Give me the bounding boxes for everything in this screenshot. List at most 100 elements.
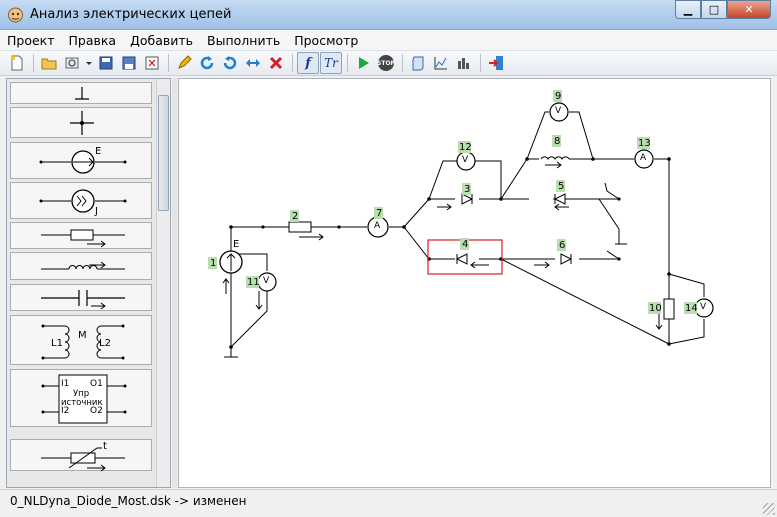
label-n9: 9	[555, 91, 562, 102]
flip-icon	[246, 59, 260, 67]
exit-icon	[489, 56, 503, 70]
menu-edit[interactable]: Правка	[62, 33, 124, 48]
title-bar: Анализ электрических цепей ▁ □ ✕	[0, 0, 777, 30]
label-n5: 5	[558, 181, 565, 192]
export-button[interactable]	[141, 52, 163, 74]
transformer-symbol	[41, 324, 125, 360]
label-n1: 1	[210, 258, 217, 269]
dropdown-button[interactable]	[84, 52, 94, 74]
label-n14: 14	[685, 303, 698, 314]
open-icon	[41, 58, 57, 70]
menu-run[interactable]: Выполнить	[200, 33, 287, 48]
palette-capacitor[interactable]	[10, 284, 152, 311]
palette-scrollbar[interactable]	[156, 79, 170, 487]
graph-button[interactable]	[430, 52, 452, 74]
circuit-canvas[interactable]: 1 2 3 4 5 6 7 8 9 10 11 12 13 14 E A A V…	[178, 78, 771, 488]
f-toggle-button[interactable]: f	[297, 52, 319, 74]
palette-controlled-source[interactable]: I1 I2 O1 O2 Упр источник	[10, 369, 152, 427]
tr-toggle-button[interactable]: Tr	[320, 52, 342, 74]
voltmeter-9-glyph: V	[555, 106, 562, 116]
dropdown-icon	[86, 62, 92, 65]
label-n6: 6	[559, 240, 566, 251]
label-n10: 10	[649, 303, 662, 314]
palette-resistor[interactable]	[10, 222, 152, 249]
menu-project[interactable]: Проект	[0, 33, 62, 48]
app-icon	[8, 7, 23, 23]
palette-mutual-inductance[interactable]: M L1 L2	[10, 315, 152, 365]
ground-symbol	[75, 87, 89, 100]
close-icon: ✕	[744, 3, 754, 16]
script-button[interactable]	[407, 52, 429, 74]
current-source-label: J	[95, 206, 98, 217]
f-icon: f	[305, 55, 311, 71]
save-button[interactable]	[95, 52, 117, 74]
bars-button[interactable]	[453, 52, 475, 74]
capacitor-symbol	[41, 290, 125, 310]
window-title: Анализ электрических цепей	[30, 7, 232, 22]
rotate-right-icon	[200, 56, 214, 70]
save-as-icon	[122, 56, 136, 70]
ammeter-13-glyph: A	[640, 153, 647, 163]
maximize-icon: □	[708, 3, 720, 16]
emf-source-symbol	[39, 150, 127, 174]
resize-grip[interactable]	[763, 503, 775, 515]
status-bar: 0_NLDyna_Diode_Most.dsk -> изменен	[0, 489, 777, 517]
toolbar-separator	[347, 54, 348, 72]
mutual-m-label: M	[78, 330, 87, 341]
bars-icon	[458, 58, 469, 69]
palette-inductor[interactable]	[10, 252, 152, 280]
mutual-l2-label: L2	[99, 338, 111, 349]
properties-button[interactable]	[61, 52, 83, 74]
new-button[interactable]	[6, 52, 28, 74]
label-e: E	[233, 239, 240, 250]
new-icon	[11, 55, 23, 71]
palette-scroll-thumb[interactable]	[158, 95, 169, 211]
pencil-button[interactable]	[173, 52, 195, 74]
rotate-right-button[interactable]	[196, 52, 218, 74]
stop-button[interactable]: STOP	[375, 52, 397, 74]
label-n11: 11	[247, 277, 260, 288]
toolbar-separator	[402, 54, 403, 72]
label-n3: 3	[464, 184, 471, 195]
palette-node[interactable]	[10, 107, 152, 138]
label-n8: 8	[554, 136, 561, 147]
thermistor-symbol	[41, 447, 125, 472]
label-n13: 13	[638, 138, 651, 149]
panel-splitter[interactable]	[172, 78, 177, 488]
voltmeter-14-glyph: V	[700, 302, 707, 312]
label-n12: 12	[459, 142, 472, 153]
label-n7: 7	[376, 208, 383, 219]
menu-add[interactable]: Добавить	[123, 33, 200, 48]
delete-button[interactable]	[265, 52, 287, 74]
run-icon	[359, 57, 369, 69]
minimize-button[interactable]: ▁	[675, 0, 701, 19]
open-button[interactable]	[38, 52, 60, 74]
palette-ground[interactable]	[10, 82, 152, 104]
tr-icon: Tr	[324, 56, 338, 70]
export-icon	[145, 56, 159, 70]
properties-icon	[65, 57, 79, 69]
voltmeter-11-glyph: V	[263, 276, 270, 286]
minimize-icon: ▁	[683, 3, 693, 16]
palette-current-source[interactable]: J	[10, 182, 152, 219]
palette-thermistor[interactable]: t	[10, 439, 152, 472]
rotate-left-icon	[223, 56, 237, 70]
menu-view[interactable]: Просмотр	[287, 33, 365, 48]
source-o1-label: O1	[90, 379, 103, 389]
palette-emf-source[interactable]: E	[10, 142, 152, 179]
close-button[interactable]: ✕	[727, 0, 771, 19]
toolbar: f Tr STOP	[0, 51, 777, 76]
emf-label: E	[95, 146, 102, 157]
rotate-left-button[interactable]	[219, 52, 241, 74]
toolbar-separator	[480, 54, 481, 72]
graph-icon	[434, 57, 447, 70]
exit-button[interactable]	[485, 52, 507, 74]
mutual-l1-label: L1	[51, 338, 63, 349]
maximize-button[interactable]: □	[701, 0, 727, 19]
voltmeter-12-glyph: V	[462, 155, 469, 165]
ammeter-7-glyph: A	[374, 221, 381, 231]
source-name-line2: источник	[61, 398, 103, 408]
flip-button[interactable]	[242, 52, 264, 74]
save-as-button[interactable]	[118, 52, 140, 74]
run-button[interactable]	[352, 52, 374, 74]
